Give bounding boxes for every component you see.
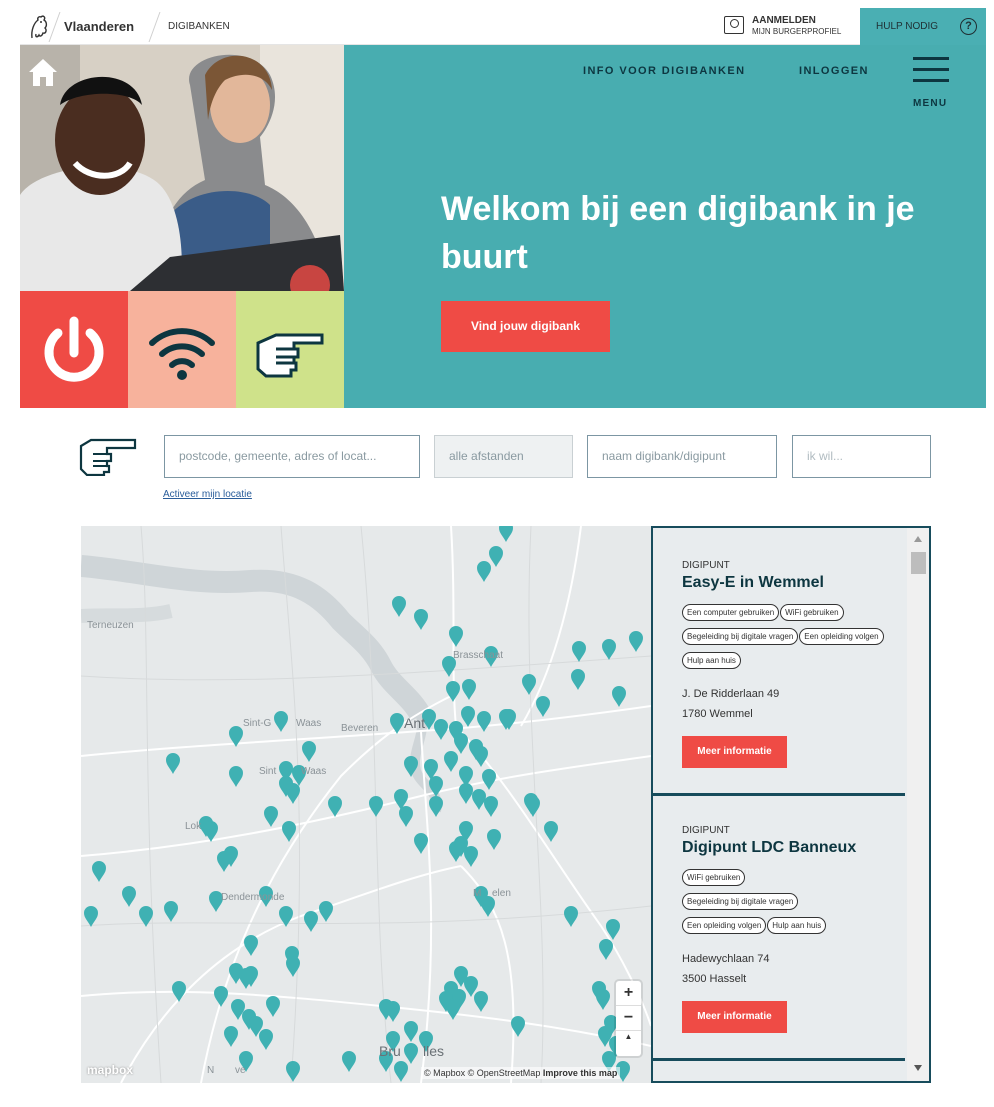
result-type: DIGIPUNT	[682, 560, 730, 571]
result-tags: WiFi gebruiken Begeleiding bij digitale v…	[682, 867, 887, 939]
login-label: AANMELDEN	[752, 15, 816, 26]
map-label-ninove-end: ve	[235, 1065, 246, 1076]
improve-map-link[interactable]: Improve this map	[543, 1068, 618, 1078]
power-tile	[20, 291, 128, 408]
scroll-up-icon[interactable]	[914, 536, 922, 542]
zoom-out-button[interactable]: −	[616, 1006, 641, 1031]
digibank-map[interactable]: Terneuzen Brasschaat Sint-G Waas Beveren…	[81, 526, 931, 1083]
section-name[interactable]: DIGIBANKEN	[168, 21, 230, 32]
menu-label[interactable]: MENU	[913, 98, 947, 109]
question-icon: ?	[960, 18, 977, 35]
map-label-sint-gillis: Sint-G	[243, 718, 272, 729]
map-label-mechelen: M	[473, 888, 481, 899]
hamburger-menu-icon[interactable]	[913, 57, 949, 90]
result-type: DIGIPUNT	[682, 825, 730, 836]
result-address: Hadewychlaan 74 3500 Hasselt	[682, 949, 907, 989]
profile-icon	[724, 16, 744, 34]
help-label: HULP NODIG	[876, 21, 939, 32]
wifi-icon	[149, 328, 215, 380]
pointing-hand-icon	[79, 438, 137, 476]
map-label-lokeren: Lok	[185, 821, 202, 832]
tag-item: WiFi gebruiken	[682, 869, 746, 886]
result-title[interactable]: Easy-E in Wemmel	[682, 574, 907, 592]
map-attribution[interactable]: © Mapbox © OpenStreetMap Improve this ma…	[421, 1067, 621, 1079]
pointing-hand-icon	[256, 333, 324, 378]
pointer-tile	[236, 291, 344, 408]
panel-scrollbar[interactable]	[907, 528, 929, 1081]
name-search-input[interactable]: naam digibank/digipunt	[587, 435, 777, 478]
power-icon	[44, 316, 104, 382]
result-city: 1780 Wemmel	[682, 708, 753, 720]
attribution-text[interactable]: © Mapbox © OpenStreetMap	[424, 1068, 540, 1078]
hero-banner: INFO VOOR DIGIBANKEN INLOGGEN MENU Welko…	[20, 45, 986, 408]
help-button[interactable]: HULP NODIG ?	[860, 8, 986, 45]
result-card: DIGIPUNT Digipunt LDC Banneux WiFi gebru…	[653, 825, 907, 1033]
result-tags: Een computer gebruiken WiFi gebruiken Bege…	[682, 602, 887, 674]
flemish-lion-icon[interactable]	[28, 14, 50, 40]
scroll-thumb[interactable]	[911, 552, 926, 574]
tag-item: WiFi gebruiken	[780, 604, 844, 621]
tag-item: Begeleiding bij digitale vragen	[682, 893, 799, 910]
hero-title: Welkom bij een digibank in je buurt	[441, 190, 915, 276]
result-card: DIGIPUNT Easy-E in Wemmel Een computer g…	[653, 560, 907, 768]
tag-item: Hulp aan huis	[682, 652, 741, 669]
tag-item: Een computer gebruiken	[682, 604, 780, 621]
map-label-dendermonde: Dendermonde	[221, 892, 285, 903]
map-label-brussel: Bru	[379, 1043, 401, 1059]
i-want-select[interactable]: ik wil...	[792, 435, 931, 478]
result-title[interactable]: Digipunt LDC Banneux	[682, 839, 907, 857]
nav-login-link[interactable]: INLOGGEN	[799, 65, 869, 77]
map-label-brasschaat: Brasschaat	[453, 650, 503, 661]
map-canvas[interactable]: Terneuzen Brasschaat Sint-G Waas Beveren…	[81, 526, 651, 1083]
nav-info-link[interactable]: INFO VOOR DIGIBANKEN	[583, 65, 745, 77]
activate-location-link[interactable]: Activeer mijn locatie	[163, 489, 252, 500]
map-label-brussel-end: lles	[423, 1043, 444, 1059]
result-city: 3500 Hasselt	[682, 973, 747, 985]
scroll-down-icon[interactable]	[914, 1065, 922, 1071]
find-digibank-button[interactable]: Vind jouw digibank	[441, 301, 610, 352]
distance-select[interactable]: alle afstanden	[434, 435, 573, 478]
more-info-button[interactable]: Meer informatie	[682, 736, 787, 768]
compass-button[interactable]: ▲	[616, 1031, 641, 1056]
home-icon[interactable]	[26, 55, 60, 89]
result-divider	[653, 793, 905, 796]
wifi-tile	[128, 291, 236, 408]
map-label-beveren: Beveren	[341, 723, 378, 734]
zoom-in-button[interactable]: +	[616, 981, 641, 1006]
map-label-mechelen-end: elen	[492, 888, 511, 899]
map-label-sint-niklaas: Sint	[259, 766, 276, 777]
location-search-input[interactable]: postcode, gemeente, adres of locat...	[164, 435, 420, 478]
map-zoom-controls: + − ▲	[616, 981, 641, 1056]
map-label-sint-niklaas-waas: Waas	[301, 766, 326, 777]
map-label-antwerpen: Ant	[404, 715, 425, 731]
result-street: J. De Ridderlaan 49	[682, 688, 780, 700]
mapbox-logo[interactable]: mapbox	[87, 1063, 133, 1077]
vlaanderen-link[interactable]: Vlaanderen	[64, 19, 134, 34]
map-label-ninove: N	[207, 1065, 214, 1076]
top-header-bar: Vlaanderen DIGIBANKEN AANMELDEN MIJN BUR…	[20, 8, 986, 45]
map-label-sint-gillis-waas: Waas	[296, 718, 321, 729]
result-street: Hadewychlaan 74	[682, 953, 770, 965]
more-info-button[interactable]: Meer informatie	[682, 1001, 787, 1033]
result-divider	[653, 1058, 905, 1061]
profile-label: MIJN BURGERPROFIEL	[752, 27, 842, 36]
tag-item: Een opleiding volgen	[799, 628, 884, 645]
map-label-terneuzen: Terneuzen	[87, 620, 134, 631]
tag-item: Begeleiding bij digitale vragen	[682, 628, 799, 645]
result-address: J. De Ridderlaan 49 1780 Wemmel	[682, 684, 907, 724]
results-panel[interactable]: DIGIPUNT Easy-E in Wemmel Een computer g…	[651, 526, 931, 1083]
hero-photo	[20, 45, 344, 291]
tag-item: Een opleiding volgen	[682, 917, 767, 934]
tag-item: Hulp aan huis	[767, 917, 827, 934]
